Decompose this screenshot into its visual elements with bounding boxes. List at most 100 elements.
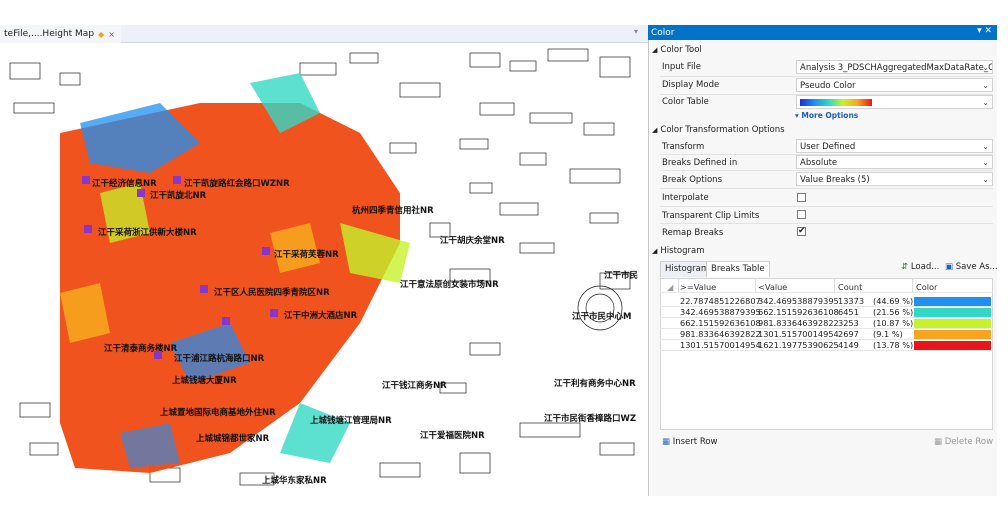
site-label: 江干区人民医院四季青院区NR [214,287,330,298]
transparent-clip-checkbox[interactable] [797,210,806,219]
section-histogram[interactable]: ◢ Histogram [652,246,704,256]
cell-count[interactable]: 4149 [838,340,859,350]
site-label: 江干浦江路杭海路口NR [174,353,265,364]
input-file-combo[interactable]: Analysis 3_PDSCHAggregatedMaxDataRate_Co… [796,60,993,74]
cell-ge-value[interactable]: 342.469538879395 [680,307,761,317]
collapse-icon: ◢ [652,126,658,134]
breaks-defined-label: Breaks Defined in [662,158,738,168]
color-swatch[interactable] [914,319,991,328]
break-options-label: Break Options [662,175,722,185]
interpolate-checkbox[interactable] [797,193,806,202]
site-label: 杭州四季青信用社NR [352,205,434,216]
cell-percent[interactable]: (21.56 %) [873,307,913,317]
load-icon: ⇵ [901,262,911,272]
site-label: 江干市民 [604,270,638,281]
cell-ge-value[interactable]: 22.7874851226807 [680,296,761,306]
site-label: 上城钱塘大厦NR [172,375,237,386]
color-ramp-preview [800,99,872,106]
site-label: 上城钱塘江管理局NR [310,415,392,426]
site-label: 江干市民街香樟路口WZ [544,413,636,424]
panel-menu-close-icon[interactable]: ▾ ✕ [977,26,992,36]
cell-percent[interactable]: (10.87 %) [873,318,913,328]
load-button[interactable]: ⇵ Load... [901,262,939,272]
modified-indicator-icon: ◆ [98,29,105,39]
cell-ge-value[interactable]: 1301.51570014954 [680,340,761,350]
column-divider [834,278,835,292]
map-status-strip [0,496,648,513]
save-icon: ▣ [945,262,956,272]
delete-row-icon: ▦ [934,437,945,447]
panel-footer [648,496,997,513]
site-label: 江干凯旋路红会路口WZNR [184,178,290,189]
cell-lt-value[interactable]: 1621.19775390625 [758,340,839,350]
remap-breaks-checkbox[interactable]: ✔ [797,227,806,236]
tab-label: teFile,....Height Map [4,29,95,39]
input-file-label: Input File [662,62,701,72]
chevron-down-icon: ⌄ [982,142,989,151]
site-label: 江干凯旋北NR [150,190,207,201]
row-divider [660,350,993,351]
map-canvas: 江干经济信息NR 江干凯旋路红会路口WZNR 江干凯旋北NR 杭州四季青信用社N… [9,48,638,486]
col-header-ge[interactable]: >=Value [680,282,716,292]
chevron-down-icon: ⌄ [982,175,989,184]
site-label: 江干清泰商务楼NR [104,343,178,354]
tab-height-map[interactable]: teFile,....Height Map ◆ × [0,25,121,43]
column-divider [678,278,679,292]
more-options-link[interactable]: ▾ More Options [795,111,858,120]
divider [660,76,993,77]
site-label: 江干经济信息NR [92,178,157,189]
site-label: 上城城锦都世家NR [196,433,270,444]
cell-ge-value[interactable]: 981.833646392822 [680,329,761,339]
color-table-label: Color Table [662,97,709,107]
cell-lt-value[interactable]: 981.833646392822 [758,318,839,328]
cell-percent[interactable]: (13.78 %) [873,340,913,350]
site-label: 江干市民中心M [572,311,631,322]
cell-count[interactable]: 3253 [838,318,859,328]
close-tab-icon[interactable]: × [108,30,115,39]
chevron-down-icon: ⌄ [982,81,989,90]
tab-breaks-table[interactable]: Breaks Table [706,261,770,277]
cell-count[interactable]: 13373 [838,296,864,306]
cell-count[interactable]: 2697 [838,329,859,339]
cell-percent[interactable]: (9.1 %) [873,329,903,339]
collapse-icon: ◢ [652,247,658,255]
site-label: 江干采荷芙蓉NR [274,249,339,260]
break-options-combo[interactable]: Value Breaks (5) ⌄ [796,172,993,186]
site-label: 上城置地国际电商基地外住NR [160,407,276,418]
site-label: 江干钱江商务NR [382,380,447,391]
divider [660,223,993,224]
panel-title: Color [651,27,675,38]
transform-combo[interactable]: User Defined ⌄ [796,139,993,153]
column-divider [912,278,913,292]
cell-count[interactable]: 6451 [838,307,859,317]
site-label: 江干利有商务中心NR [554,378,636,389]
color-swatch[interactable] [914,308,991,317]
col-header-color[interactable]: Color [916,282,937,292]
color-table-combo[interactable]: ⌄ [796,95,993,109]
cell-percent[interactable]: (44.69 %) [873,296,913,306]
cell-lt-value[interactable]: 342.469538879395 [758,296,839,306]
collapse-icon: ◢ [652,46,658,54]
chevron-down-icon: ⌄ [982,98,989,107]
height-map-view[interactable]: 江干经济信息NR 江干凯旋路红会路口WZNR 江干凯旋北NR 杭州四季青信用社N… [0,43,648,496]
delete-row-button[interactable]: ▦ Delete Row [934,437,993,447]
cell-ge-value[interactable]: 662.151592636108 [680,318,761,328]
save-as-button[interactable]: ▣ Save As... [945,262,998,272]
cell-lt-value[interactable]: 1301.51570014954 [758,329,839,339]
tab-list-dropdown-icon[interactable]: ▾ [634,27,638,36]
col-header-lt[interactable]: <Value [758,282,787,292]
color-swatch[interactable] [914,341,991,350]
section-color-transformation[interactable]: ◢ Color Transformation Options [652,125,785,135]
insert-row-button[interactable]: ▦ Insert Row [662,437,718,447]
section-color-tool[interactable]: ◢ Color Tool [652,45,702,55]
site-label: 江干中洲大酒店NR [284,310,358,321]
color-swatch[interactable] [914,330,991,339]
select-all-corner-icon[interactable]: ◢ [667,282,673,292]
site-label: 江干意法原创女装市场NR [400,279,499,290]
cell-lt-value[interactable]: 662.151592636108 [758,307,839,317]
col-header-count[interactable]: Count [838,282,862,292]
color-swatch[interactable] [914,297,991,306]
display-mode-combo[interactable]: Pseudo Color ⌄ [796,78,993,92]
site-label: 江干胡庆余堂NR [440,235,505,246]
breaks-defined-combo[interactable]: Absolute ⌄ [796,155,993,169]
